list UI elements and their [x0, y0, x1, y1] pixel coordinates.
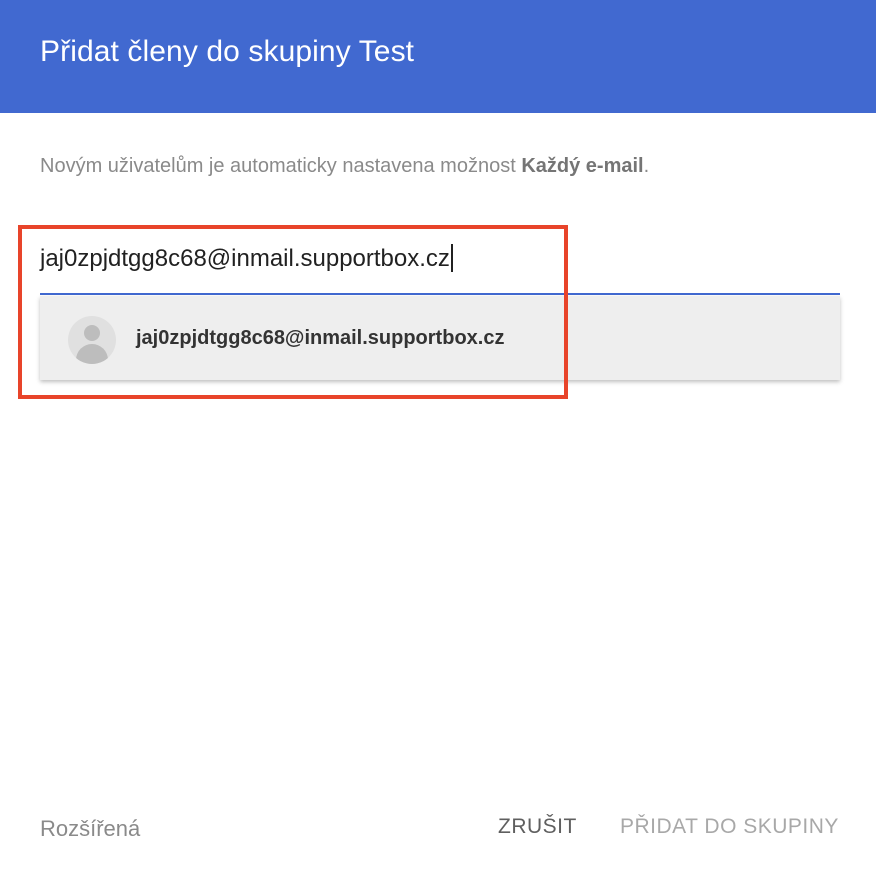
suggestions-dropdown: jaj0zpjdtgg8c68@inmail.supportbox.cz — [40, 296, 840, 380]
input-underline — [40, 293, 840, 295]
info-suffix: . — [643, 155, 650, 177]
info-text: Novým uživatelům je automaticky nastaven… — [40, 152, 649, 180]
avatar-head-shape — [84, 325, 100, 341]
info-option: Každý e-mail — [521, 155, 644, 177]
cancel-button[interactable]: ZRUŠIT — [498, 812, 577, 842]
add-members-dialog: Přidat členy do skupiny Test Novým uživa… — [0, 0, 876, 876]
suggestion-email: jaj0zpjdtgg8c68@inmail.supportbox.cz — [136, 327, 505, 349]
member-email-input[interactable]: jaj0zpjdtgg8c68@inmail.supportbox.cz — [40, 238, 840, 295]
suggestion-item[interactable]: jaj0zpjdtgg8c68@inmail.supportbox.cz — [40, 296, 840, 380]
text-caret — [450, 244, 453, 272]
info-prefix: Novým uživatelům je automaticky nastaven… — [40, 155, 522, 177]
avatar-body-shape — [76, 344, 108, 364]
advanced-link[interactable]: Rozšířená — [40, 814, 140, 844]
dialog-header: Přidat členy do skupiny Test — [0, 0, 876, 113]
member-email-value: jaj0zpjdtgg8c68@inmail.supportbox.cz — [40, 245, 450, 272]
dialog-title: Přidat členy do skupiny Test — [40, 35, 415, 68]
add-to-group-button[interactable]: PŘIDAT DO SKUPINY — [620, 812, 839, 842]
avatar-placeholder-icon — [68, 316, 116, 364]
member-email-field[interactable]: jaj0zpjdtgg8c68@inmail.supportbox.cz — [40, 244, 453, 274]
